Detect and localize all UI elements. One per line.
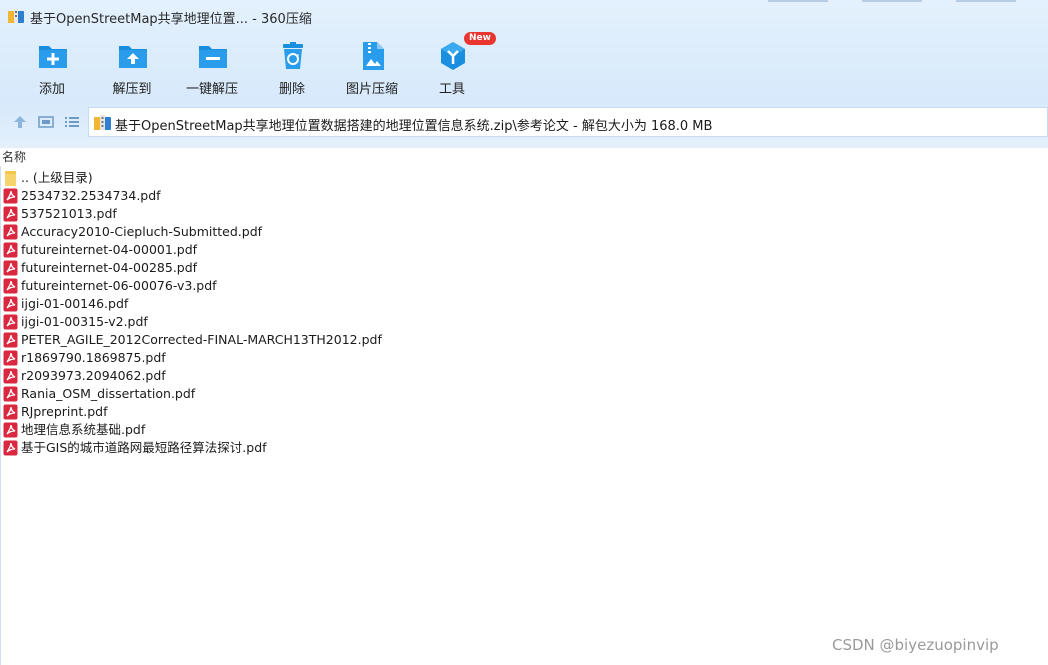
delete-label: 删除: [278, 82, 305, 97]
extract-to-label: 解压到: [112, 82, 152, 97]
delete-icon: [283, 42, 303, 69]
pdf-file-icon: [3, 350, 18, 366]
thumbnail-view-icon[interactable]: [38, 114, 54, 130]
file-name: futureinternet-04-00285.pdf: [21, 260, 198, 275]
image-compress-label: 图片压缩: [345, 82, 398, 97]
file-name: Rania_OSM_dissertation.pdf: [21, 386, 196, 401]
one-click-extract-button[interactable]: 一键解压: [172, 34, 252, 97]
file-row[interactable]: PETER_AGILE_2012Corrected-FINAL-MARCH13T…: [0, 331, 700, 349]
folder-icon: [5, 171, 16, 186]
window-control-hint[interactable]: [768, 0, 828, 2]
file-row[interactable]: r2093973.2094062.pdf: [0, 367, 700, 385]
tools-icon: [441, 42, 465, 70]
pdf-file-icon: [3, 368, 18, 384]
list-view-icon[interactable]: [64, 114, 80, 130]
file-name: 2534732.2534734.pdf: [21, 188, 161, 203]
name-column-header[interactable]: 名称: [2, 148, 26, 165]
file-name: ijgi-01-00146.pdf: [21, 296, 129, 311]
pdf-file-icon: [3, 386, 18, 402]
file-name: ijgi-01-00315-v2.pdf: [21, 314, 148, 329]
file-name: 基于GIS的城市道路网最短路径算法探讨.pdf: [21, 440, 267, 455]
parent-directory-row[interactable]: .. (上级目录): [0, 169, 700, 187]
file-row[interactable]: Rania_OSM_dissertation.pdf: [0, 385, 700, 403]
one-click-extract-label: 一键解压: [185, 82, 238, 97]
pdf-file-icon: [3, 224, 18, 240]
extract-to-button[interactable]: 解压到: [92, 34, 172, 97]
file-row[interactable]: 地理信息系统基础.pdf: [0, 421, 700, 439]
file-row[interactable]: futureinternet-04-00001.pdf: [0, 241, 700, 259]
file-name: futureinternet-04-00001.pdf: [21, 242, 198, 257]
pdf-file-icon: [3, 296, 18, 312]
pdf-file-icon: [3, 440, 18, 456]
archive-path: 基于OpenStreetMap共享地理位置数据搭建的地理位置信息系统.zip\参…: [115, 119, 713, 134]
file-row[interactable]: Accuracy2010-Ciepluch-Submitted.pdf: [0, 223, 700, 241]
pdf-file-icon: [3, 332, 18, 348]
pdf-file-icon: [3, 404, 18, 420]
pdf-file-icon: [3, 260, 18, 276]
pdf-file-icon: [3, 206, 18, 222]
file-row[interactable]: ijgi-01-00146.pdf: [0, 295, 700, 313]
add-archive-icon: [39, 46, 67, 68]
file-name: 537521013.pdf: [21, 206, 117, 221]
pdf-file-icon: [3, 422, 18, 438]
file-name: futureinternet-06-00076-v3.pdf: [21, 278, 217, 293]
pdf-file-icon: [3, 242, 18, 258]
file-row[interactable]: r1869790.1869875.pdf: [0, 349, 700, 367]
tools-label: 工具: [438, 82, 465, 97]
title-bar: 基于OpenStreetMap共享地理位置... - 360压缩: [0, 0, 1048, 32]
new-badge: New: [464, 32, 496, 45]
file-row[interactable]: RJpreprint.pdf: [0, 403, 700, 421]
archive-app-icon: [8, 9, 24, 23]
up-arrow-icon[interactable]: [12, 114, 28, 130]
pdf-file-icon: [3, 314, 18, 330]
file-row[interactable]: 2534732.2534734.pdf: [0, 187, 700, 205]
csdn-watermark: CSDN @biyezuopinvip: [832, 636, 999, 654]
column-header[interactable]: 名称: [0, 146, 1048, 166]
add-label: 添加: [38, 82, 65, 97]
file-name: r1869790.1869875.pdf: [21, 350, 166, 365]
window-control-hint[interactable]: [956, 0, 1016, 2]
file-row[interactable]: 基于GIS的城市道路网最短路径算法探讨.pdf: [0, 439, 700, 457]
delete-button[interactable]: 删除: [252, 34, 332, 97]
file-name: Accuracy2010-Ciepluch-Submitted.pdf: [21, 224, 263, 239]
extract-to-icon: [119, 46, 147, 68]
one-click-extract-icon: [199, 46, 227, 68]
add-button[interactable]: 添加: [12, 34, 92, 97]
toolbar: 添加 解压到 一键解压 删除 图片压缩 New 工具: [0, 32, 520, 97]
image-compress-icon: [363, 42, 384, 70]
file-name: 地理信息系统基础.pdf: [21, 422, 146, 437]
file-row[interactable]: futureinternet-04-00285.pdf: [0, 259, 700, 277]
file-name: r2093973.2094062.pdf: [21, 368, 166, 383]
file-row[interactable]: futureinternet-06-00076-v3.pdf: [0, 277, 700, 295]
address-row: 基于OpenStreetMap共享地理位置数据搭建的地理位置信息系统.zip\参…: [0, 106, 1048, 138]
file-row[interactable]: ijgi-01-00315-v2.pdf: [0, 313, 700, 331]
window-control-hint[interactable]: [862, 0, 922, 2]
address-bar[interactable]: 基于OpenStreetMap共享地理位置数据搭建的地理位置信息系统.zip\参…: [88, 107, 1048, 137]
file-name: RJpreprint.pdf: [21, 404, 108, 419]
window-title: 基于OpenStreetMap共享地理位置... - 360压缩: [30, 12, 312, 27]
file-row[interactable]: 537521013.pdf: [0, 205, 700, 223]
file-name: .. (上级目录): [21, 170, 93, 185]
image-compress-button[interactable]: 图片压缩: [332, 34, 412, 97]
file-name: PETER_AGILE_2012Corrected-FINAL-MARCH13T…: [21, 332, 382, 347]
top-chrome: 基于OpenStreetMap共享地理位置... - 360压缩 添加 解压到: [0, 0, 1048, 148]
tools-button[interactable]: New 工具: [412, 32, 496, 97]
pdf-file-icon: [3, 278, 18, 294]
pdf-file-icon: [3, 188, 18, 204]
zip-archive-icon: [94, 115, 111, 130]
